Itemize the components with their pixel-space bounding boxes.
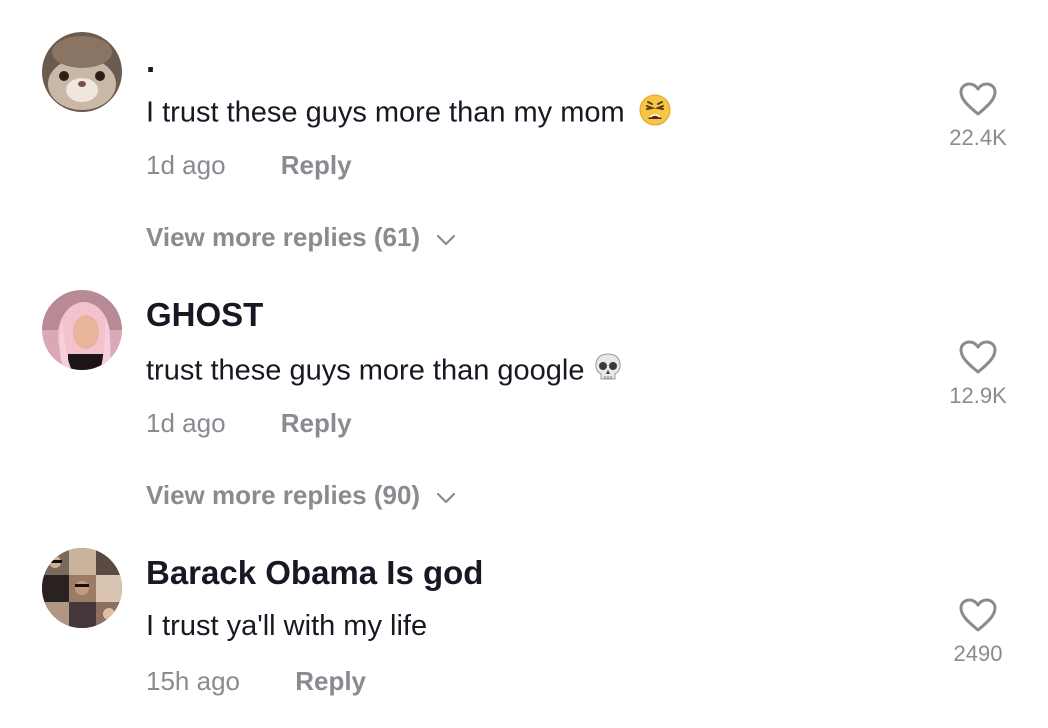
- comment-username[interactable]: GHOST: [146, 296, 263, 334]
- comment-text: I trust ya'll with my life: [146, 610, 427, 643]
- comment-username[interactable]: .: [146, 42, 155, 80]
- chevron-down-icon: [436, 480, 456, 511]
- comment-text: I trust these guys more than my mom: [146, 94, 671, 134]
- reply-button[interactable]: Reply: [281, 150, 352, 181]
- comment-timestamp: 15h ago: [146, 666, 240, 696]
- comment-username[interactable]: Barack Obama Is god: [146, 554, 483, 592]
- view-more-replies-label: View more replies (61): [146, 222, 421, 252]
- heart-icon[interactable]: [930, 340, 1026, 379]
- user-avatar[interactable]: [42, 290, 122, 370]
- user-avatar[interactable]: [42, 32, 122, 112]
- like-section: 12.9K: [930, 340, 1026, 409]
- user-avatar[interactable]: [42, 548, 122, 628]
- reply-button[interactable]: Reply: [295, 666, 366, 697]
- portrait-avatar-image: [42, 290, 122, 370]
- view-more-replies-button[interactable]: View more replies (61): [146, 222, 456, 253]
- comment-meta: 15h ago Reply: [146, 666, 366, 697]
- comment-meta: 1d ago Reply: [146, 150, 352, 181]
- hamster-avatar-image: [42, 32, 122, 112]
- reply-button[interactable]: Reply: [281, 408, 352, 439]
- heart-icon[interactable]: [930, 598, 1026, 637]
- comment-text-content: I trust ya'll with my life: [146, 610, 428, 642]
- like-count: 12.9K: [949, 383, 1007, 408]
- view-more-replies-button[interactable]: View more replies (90): [146, 480, 456, 511]
- like-count: 2490: [953, 641, 1003, 666]
- comment-text-content: I trust these guys more than my mom: [146, 96, 625, 129]
- skull-icon: [593, 352, 623, 392]
- chevron-down-icon: [436, 222, 456, 253]
- like-section: 22.4K: [930, 82, 1026, 151]
- like-section: 2490: [930, 598, 1026, 667]
- comment-text: trust these guys more than google: [146, 352, 623, 392]
- collage-avatar-image: [42, 548, 122, 628]
- comment-timestamp: 1d ago: [146, 150, 226, 180]
- comment-timestamp: 1d ago: [146, 408, 226, 438]
- heart-icon[interactable]: [930, 82, 1026, 121]
- comment-meta: 1d ago Reply: [146, 408, 352, 439]
- weary-face-icon: [639, 94, 671, 134]
- like-count: 22.4K: [949, 125, 1007, 150]
- view-more-replies-label: View more replies (90): [146, 480, 421, 510]
- comment-text-content: trust these guys more than google: [146, 354, 585, 387]
